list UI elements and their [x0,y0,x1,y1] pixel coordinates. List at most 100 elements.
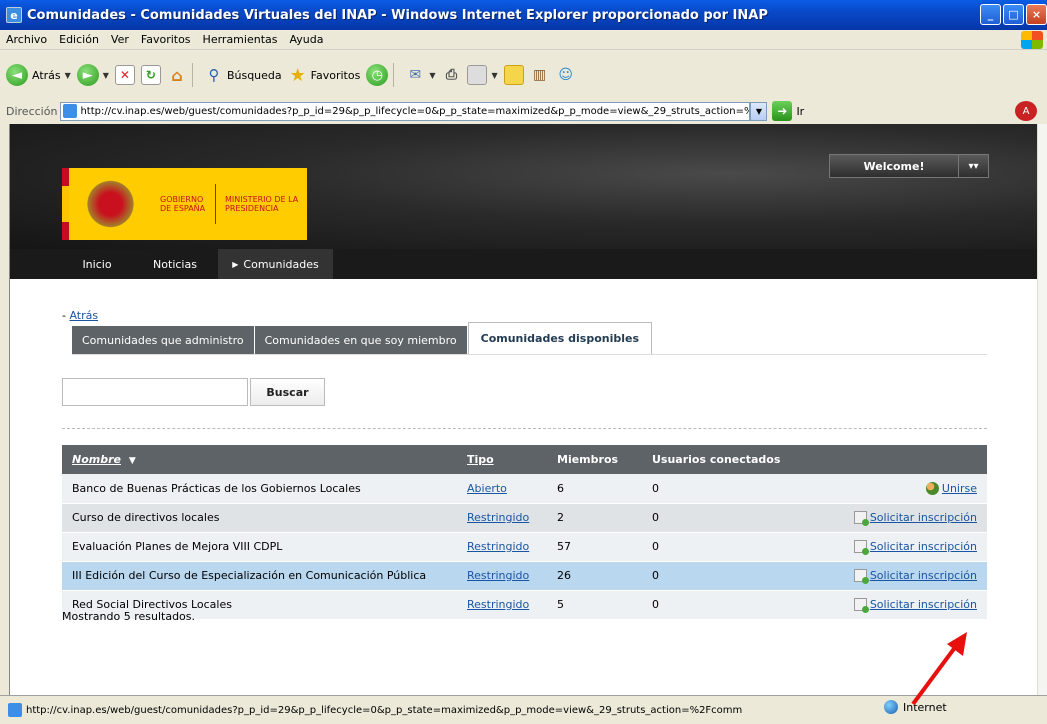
col-nombre[interactable]: Nombre ▼ [62,445,467,474]
refresh-button[interactable]: ↻ [140,65,161,85]
toolbar-separator [191,63,193,87]
messenger-button[interactable]: ☺ [556,65,576,85]
research-button[interactable]: ▥ [530,65,550,85]
request-membership-link[interactable]: Solicitar inscripción [870,569,977,582]
maximize-button[interactable]: □ [1003,4,1024,25]
ie-icon: e [6,7,22,23]
dashed-separator [62,428,987,429]
tab-administro[interactable]: Comunidades que administro [72,326,255,354]
search-label: Búsqueda [226,68,282,82]
welcome-label: Welcome! [863,159,925,173]
window-titlebar[interactable]: e Comunidades - Comunidades Virtuales de… [0,0,1047,30]
go-arrow-icon[interactable]: ➜ [772,101,793,121]
tab-disponibles[interactable]: Comunidades disponibles [467,322,653,354]
globe-icon [884,700,898,714]
address-label: Dirección [6,104,58,118]
favorites-button[interactable]: ★ Favoritos [288,64,361,86]
favorites-label: Favoritos [310,68,361,82]
row-members: 26 [557,561,652,591]
nav-label: Inicio [82,257,112,271]
mail-button[interactable]: ✉ ▼ [405,65,435,85]
row-name: Banco de Buenas Prácticas de los Gobiern… [62,474,467,504]
search-button[interactable]: Buscar [250,378,325,406]
edit-button[interactable]: ▼ [467,65,498,85]
row-online: 0 [652,561,842,591]
minimize-button[interactable]: _ [980,4,1001,25]
menu-archivo[interactable]: Archivo [6,33,47,46]
refresh-icon: ↻ [140,65,161,85]
nav-inicio[interactable]: Inicio [62,249,132,279]
row-online: 0 [652,590,842,620]
sort-desc-icon: ▼ [128,456,136,466]
row-type-link[interactable]: Abierto [467,482,507,495]
chevron-down-icon[interactable]: ▾▾ [958,155,988,177]
forward-button[interactable]: ► ▼ [76,64,109,86]
row-type-link[interactable]: Restringido [467,511,529,524]
menu-ayuda[interactable]: Ayuda [289,33,323,46]
row-name: Curso de directivos locales [62,503,467,533]
mail-icon: ✉ [409,67,422,83]
dropdown-arrow-icon[interactable]: ▼ [491,71,497,80]
menu-ver[interactable]: Ver [111,33,129,46]
nav-noticias[interactable]: Noticias [134,249,216,279]
menu-favoritos[interactable]: Favoritos [141,33,191,46]
sort-nombre-link[interactable]: Nombre [72,453,121,466]
print-button[interactable]: ⎙ [441,65,461,85]
request-membership-link[interactable]: Solicitar inscripción [870,598,977,611]
request-document-icon [853,598,869,614]
star-icon: ★ [289,64,306,86]
row-type-link[interactable]: Restringido [467,598,529,611]
arrow-shaft [911,640,961,706]
back-label: Atrás [32,68,61,82]
home-icon: ⌂ [171,65,183,85]
dropdown-arrow-icon[interactable]: ▼ [429,71,435,80]
window-title: Comunidades - Comunidades Virtuales del … [27,7,768,23]
nav-label: Comunidades [243,257,319,271]
col-tipo[interactable]: Tipo [467,445,557,474]
address-url: http://cv.inap.es/web/guest/comunidades?… [80,105,749,117]
site-header: GOBIERNO DE ESPAÑA MINISTERIO DE LA PRES… [10,124,1037,249]
col-usuarios-conectados: Usuarios conectados [652,445,842,474]
go-button[interactable]: Ir [796,105,804,118]
dropdown-arrow-icon[interactable]: ▼ [65,71,71,80]
sort-tipo-link[interactable]: Tipo [467,453,494,466]
search-toolbar-button[interactable]: ⚲ Búsqueda [204,65,282,85]
results-table: Nombre ▼ Tipo Miembros Usuarios conectad… [62,445,987,620]
page-icon [8,703,22,717]
tab-strip: Comunidades que administro Comunidades e… [72,322,653,354]
home-button[interactable]: ⌂ [167,65,187,85]
tab-miembro[interactable]: Comunidades en que soy miembro [254,326,468,354]
menu-herramientas[interactable]: Herramientas [203,33,278,46]
row-online: 0 [652,503,842,533]
back-button[interactable]: ◄ Atrás ▼ [6,64,71,86]
join-link[interactable]: Unirse [942,482,977,495]
status-url: http://cv.inap.es/web/guest/comunidades?… [26,704,743,716]
discuss-button[interactable] [503,65,524,85]
dropdown-arrow-icon[interactable]: ▼ [103,71,109,80]
spain-flag-icon [62,168,69,240]
address-input[interactable]: http://cv.inap.es/web/guest/comunidades?… [60,101,751,121]
welcome-menu[interactable]: Welcome! ▾▾ [829,154,989,178]
pdf-icon[interactable]: A [1015,101,1037,121]
row-type-link[interactable]: Restringido [467,540,529,553]
triangle-right-icon: ▶ [232,259,239,269]
row-online: 0 [652,532,842,562]
menu-edicion[interactable]: Edición [59,33,99,46]
vertical-scrollbar[interactable] [1037,124,1047,695]
back-link[interactable]: Atrás [69,309,98,322]
stop-button[interactable]: ✕ [114,65,135,85]
row-type-link[interactable]: Restringido [467,569,529,582]
printer-icon: ⎙ [445,67,458,83]
address-dropdown-icon[interactable]: ▼ [750,101,768,121]
logo-text-gobierno: GOBIERNO DE ESPAÑA [160,195,206,213]
nav-comunidades[interactable]: ▶ Comunidades [218,249,333,279]
search-input[interactable] [62,378,248,406]
gobierno-logo[interactable]: GOBIERNO DE ESPAÑA MINISTERIO DE LA PRES… [62,168,307,240]
request-document-icon [853,569,869,585]
close-button[interactable]: × [1026,4,1047,25]
table-row: Curso de directivos locales Restringido … [62,503,987,533]
request-membership-link[interactable]: Solicitar inscripción [870,511,977,524]
request-membership-link[interactable]: Solicitar inscripción [870,540,977,553]
history-button[interactable]: ◷ [366,64,389,86]
windows-logo-icon [1021,31,1043,49]
